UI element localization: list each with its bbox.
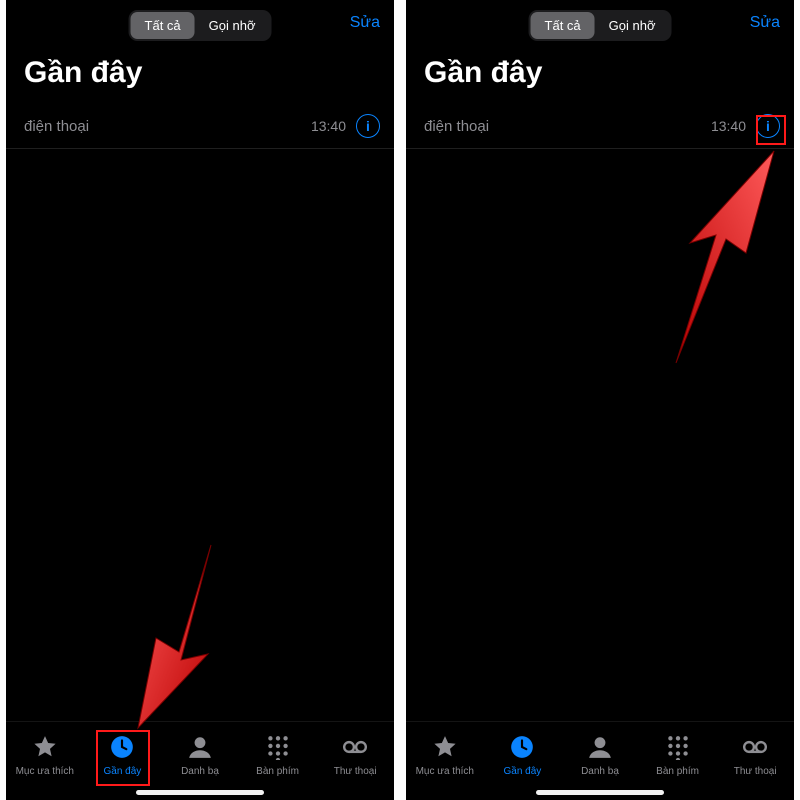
- tab-label: Danh bạ: [581, 766, 619, 777]
- tab-voicemail[interactable]: Thư thoại: [716, 722, 794, 800]
- tab-keypad[interactable]: Bàn phím: [239, 722, 317, 800]
- tab-recents[interactable]: Gần đây: [84, 722, 162, 800]
- segment-missed[interactable]: Gọi nhỡ: [195, 12, 270, 39]
- tab-label: Bàn phím: [656, 766, 699, 777]
- segment-missed[interactable]: Gọi nhỡ: [595, 12, 670, 39]
- clock-icon: [509, 734, 535, 763]
- voicemail-icon: [342, 734, 368, 763]
- call-name: điện thoại: [424, 118, 711, 135]
- call-time: 13:40: [711, 118, 746, 134]
- tab-label: Gần đây: [103, 766, 141, 777]
- nav-bar: Tất cả Gọi nhỡ Sửa: [406, 0, 794, 46]
- home-indicator[interactable]: [536, 790, 664, 795]
- tab-bar: Mục ưa thích Gần đây Danh bạ: [6, 721, 394, 800]
- edit-button[interactable]: Sửa: [750, 14, 780, 32]
- tab-label: Gần đây: [503, 766, 541, 777]
- segmented-control[interactable]: Tất cả Gọi nhỡ: [529, 10, 672, 41]
- nav-bar: Tất cả Gọi nhỡ Sửa: [6, 0, 394, 46]
- tab-label: Thư thoại: [334, 766, 377, 777]
- edit-button[interactable]: Sửa: [350, 14, 380, 32]
- tab-voicemail[interactable]: Thư thoại: [316, 722, 394, 800]
- call-time: 13:40: [311, 118, 346, 134]
- call-name: điện thoại: [24, 118, 311, 135]
- page-title: Gần đây: [406, 46, 794, 104]
- segmented-control[interactable]: Tất cả Gọi nhỡ: [129, 10, 272, 41]
- voicemail-icon: [742, 734, 768, 763]
- tab-favorites[interactable]: Mục ưa thích: [406, 722, 484, 800]
- recent-call-row[interactable]: điện thoại 13:40 i: [406, 104, 794, 149]
- info-icon[interactable]: i: [756, 114, 780, 138]
- tab-contacts[interactable]: Danh bạ: [561, 722, 639, 800]
- segment-all[interactable]: Tất cả: [131, 12, 195, 39]
- info-icon[interactable]: i: [356, 114, 380, 138]
- tab-recents[interactable]: Gần đây: [484, 722, 562, 800]
- page-title: Gần đây: [6, 46, 394, 104]
- tab-label: Bàn phím: [256, 766, 299, 777]
- star-icon: [432, 734, 458, 763]
- tab-label: Thư thoại: [734, 766, 777, 777]
- tab-keypad[interactable]: Bàn phím: [639, 722, 717, 800]
- annotation-arrow: [116, 540, 236, 730]
- keypad-icon: [665, 734, 691, 763]
- recent-call-row[interactable]: điện thoại 13:40 i: [6, 104, 394, 149]
- person-icon: [587, 734, 613, 763]
- tab-label: Danh bạ: [181, 766, 219, 777]
- star-icon: [32, 734, 58, 763]
- clock-icon: [109, 734, 135, 763]
- tab-label: Mục ưa thích: [416, 766, 474, 777]
- tab-contacts[interactable]: Danh bạ: [161, 722, 239, 800]
- tab-bar: Mục ưa thích Gần đây Danh bạ: [406, 721, 794, 800]
- segment-all[interactable]: Tất cả: [531, 12, 595, 39]
- annotation-arrow: [646, 145, 786, 365]
- screenshot-left: Tất cả Gọi nhỡ Sửa Gần đây điện thoại 13…: [6, 0, 394, 800]
- person-icon: [187, 734, 213, 763]
- screenshot-right: Tất cả Gọi nhỡ Sửa Gần đây điện thoại 13…: [406, 0, 794, 800]
- tab-favorites[interactable]: Mục ưa thích: [6, 722, 84, 800]
- home-indicator[interactable]: [136, 790, 264, 795]
- tab-label: Mục ưa thích: [16, 766, 74, 777]
- keypad-icon: [265, 734, 291, 763]
